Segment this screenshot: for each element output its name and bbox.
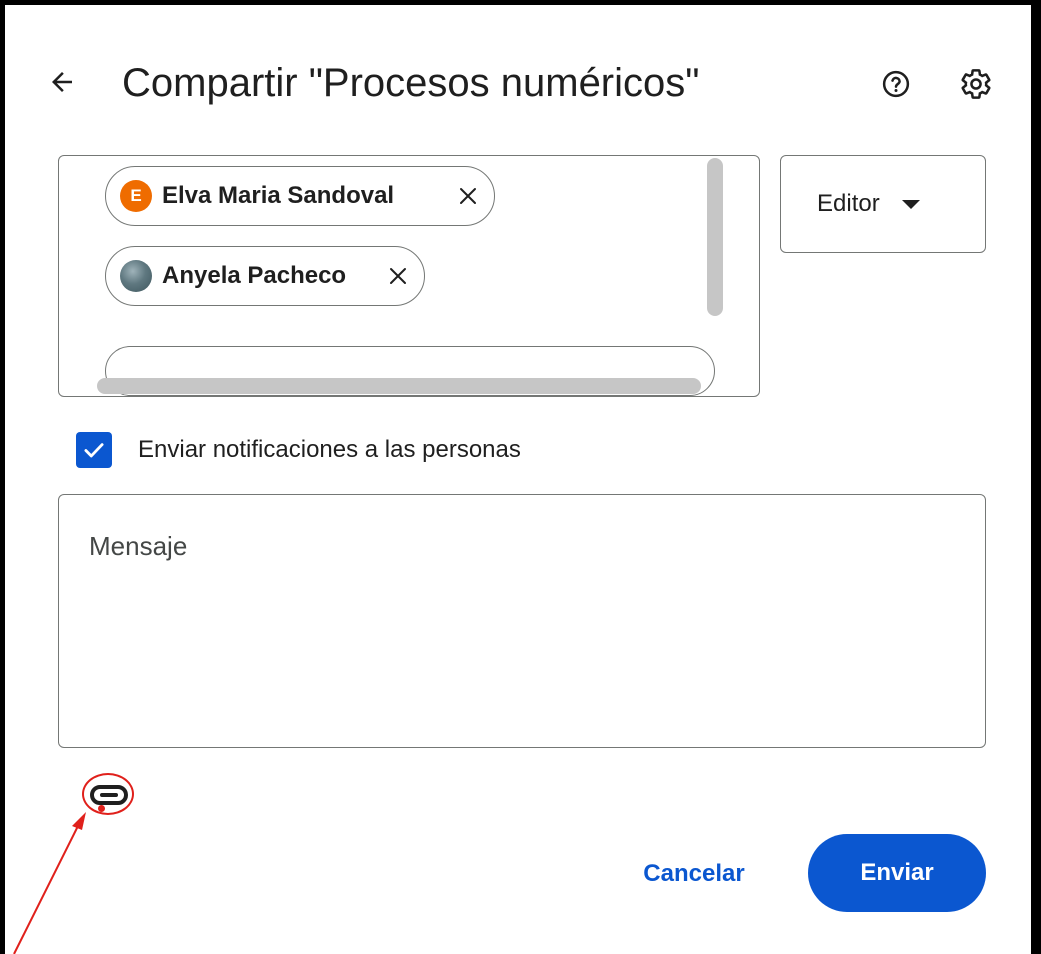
settings-button[interactable] xyxy=(956,64,996,104)
vertical-scrollbar[interactable] xyxy=(707,158,723,316)
avatar xyxy=(120,260,152,292)
recipient-name: Anyela Pacheco xyxy=(162,262,347,289)
horizontal-scrollbar[interactable] xyxy=(97,378,701,394)
role-selected-value: Editor xyxy=(817,190,880,217)
close-icon xyxy=(390,268,406,284)
arrow-back-icon xyxy=(52,72,72,92)
copy-link-button[interactable] xyxy=(82,772,136,818)
role-dropdown[interactable]: Editor xyxy=(780,155,986,253)
recipients-input[interactable]: E Elva Maria Sandoval Anyela Pacheco xyxy=(58,155,760,397)
back-button[interactable] xyxy=(40,60,84,104)
dialog-title: Compartir "Procesos numéricos" xyxy=(122,61,700,105)
recipient-name: Elva Maria Sandoval xyxy=(162,182,395,209)
avatar: E xyxy=(120,180,152,212)
remove-recipient-button[interactable] xyxy=(454,182,482,210)
send-button[interactable]: Enviar xyxy=(808,834,986,912)
screenshot-frame xyxy=(0,0,1041,954)
recipient-chip[interactable]: E Elva Maria Sandoval xyxy=(105,166,495,226)
gear-icon xyxy=(961,69,991,99)
recipient-chip[interactable]: Anyela Pacheco xyxy=(105,246,425,306)
cancel-button[interactable]: Cancelar xyxy=(610,842,778,906)
help-circle-icon xyxy=(882,70,910,98)
link-icon xyxy=(90,785,128,805)
caret-down-icon xyxy=(901,199,920,209)
message-field[interactable] xyxy=(58,494,986,748)
help-button[interactable] xyxy=(878,66,914,102)
checkmark-icon xyxy=(84,443,104,458)
remove-recipient-button[interactable] xyxy=(384,262,412,290)
notify-label: Enviar notificaciones a las personas xyxy=(138,436,521,463)
message-input[interactable] xyxy=(89,531,955,711)
close-icon xyxy=(460,188,476,204)
annotation-arrow xyxy=(13,812,86,954)
notify-checkbox[interactable] xyxy=(76,432,112,468)
